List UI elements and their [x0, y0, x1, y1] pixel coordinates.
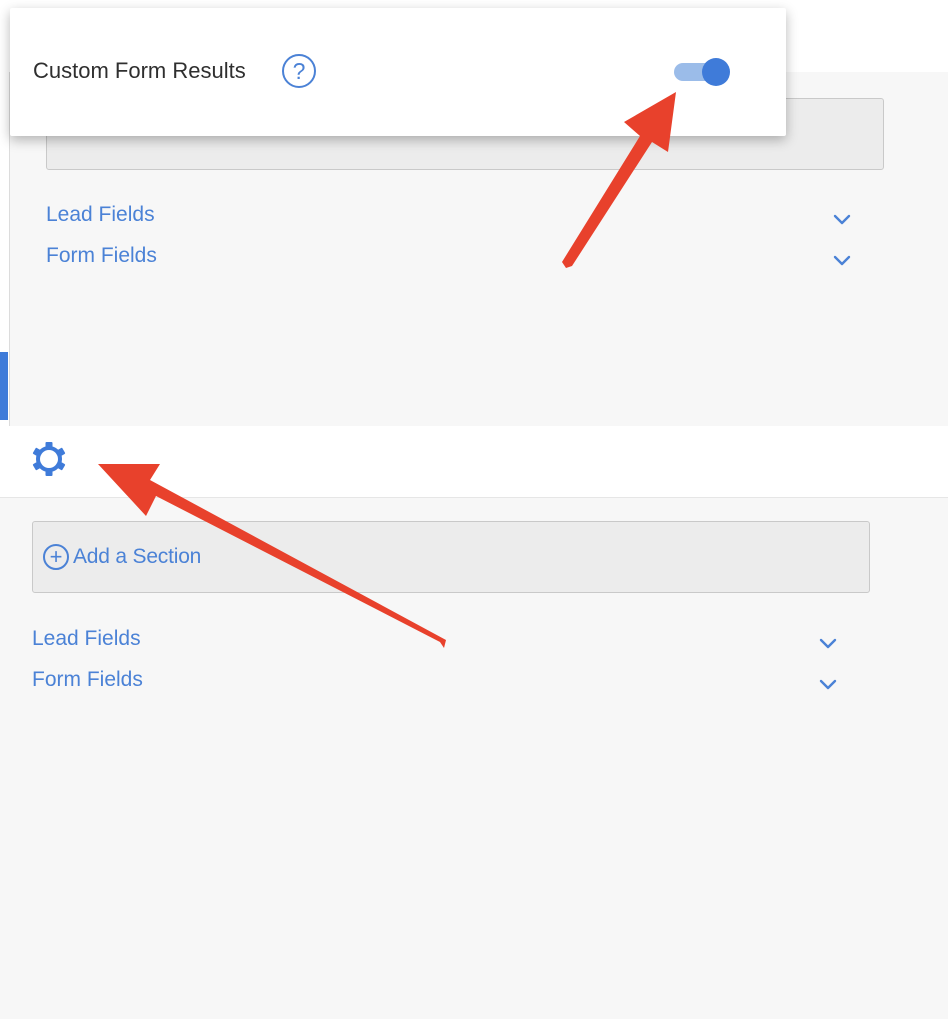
- form-fields-link[interactable]: Form Fields: [32, 668, 143, 692]
- gear-icon[interactable]: [30, 440, 68, 478]
- custom-form-results-card: Custom Form Results ?: [10, 8, 786, 136]
- lead-fields-link[interactable]: Lead Fields: [32, 627, 141, 651]
- top-lead-fields-link[interactable]: Lead Fields: [46, 203, 155, 227]
- chevron-down-icon[interactable]: [818, 637, 838, 651]
- card-title: Custom Form Results: [33, 58, 246, 83]
- selected-indicator: [0, 352, 8, 420]
- chevron-down-icon[interactable]: [832, 254, 852, 268]
- top-form-fields-link[interactable]: Form Fields: [46, 244, 157, 268]
- chevron-down-icon[interactable]: [832, 213, 852, 227]
- plus-circle-icon: +: [43, 544, 69, 570]
- add-section-button[interactable]: + Add a Section: [43, 544, 201, 570]
- chevron-down-icon[interactable]: [818, 678, 838, 692]
- toggle-knob: [702, 58, 730, 86]
- add-section-box[interactable]: + Add a Section: [32, 521, 870, 593]
- add-section-label: Add a Section: [73, 545, 202, 568]
- question-circle-icon[interactable]: ?: [282, 54, 316, 88]
- custom-form-results-toggle[interactable]: [674, 58, 730, 86]
